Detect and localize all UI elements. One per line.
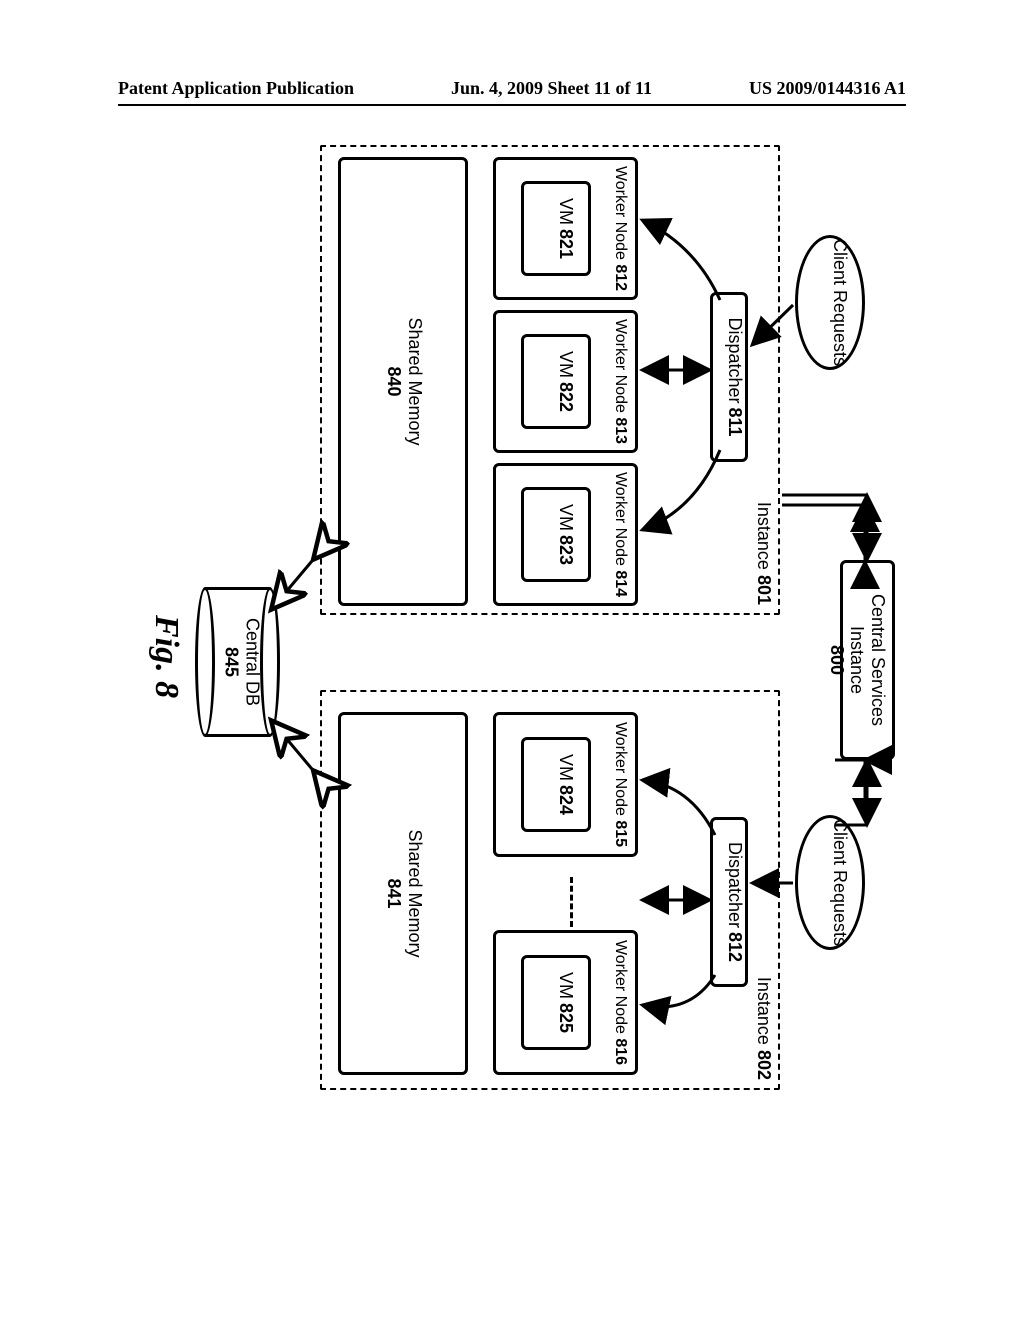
- instance-801-ref: 801: [754, 575, 774, 605]
- instance-801-title: Instance: [754, 502, 774, 570]
- worker-node-815: Worker Node 815 VM 824: [493, 712, 638, 857]
- central-db-ref: 845: [221, 587, 242, 737]
- date-sheet: Jun. 4, 2009 Sheet 11 of 11: [451, 78, 652, 99]
- vm-823: VM 823: [521, 487, 591, 582]
- instance-802-ref: 802: [754, 1050, 774, 1080]
- pub-type: Patent Application Publication: [118, 78, 354, 99]
- client-requests-right: Client Requests: [795, 815, 865, 950]
- vm-825: VM 825: [521, 955, 591, 1050]
- csi-label: Central Services Instance: [847, 563, 888, 757]
- worker-node-816: Worker Node 816 VM 825: [493, 930, 638, 1075]
- ellipsis-dots: [570, 877, 573, 927]
- worker-node-814: Worker Node 814 VM 823: [493, 463, 638, 606]
- client-requests-left: Client Requests: [795, 235, 865, 370]
- shared-memory-841: Shared Memory 841: [338, 712, 468, 1075]
- figure-8-diagram: Central Services Instance 800 Client Req…: [0, 275, 1024, 1035]
- figure-caption: Fig. 8: [147, 615, 185, 698]
- shared-memory-840: Shared Memory 840: [338, 157, 468, 606]
- pub-number: US 2009/0144316 A1: [749, 78, 906, 99]
- worker-node-813: Worker Node 813 VM 822: [493, 310, 638, 453]
- central-db: Central DB 845: [195, 587, 280, 737]
- dispatcher-811: Dispatcher 811: [710, 292, 748, 462]
- vm-822: VM 822: [521, 334, 591, 429]
- vm-821: VM 821: [521, 181, 591, 276]
- dispatcher-812: Dispatcher 812: [710, 817, 748, 987]
- instance-802-title: Instance: [754, 977, 774, 1045]
- csi-ref: 800: [826, 563, 847, 757]
- header-rule: [118, 104, 906, 106]
- worker-node-812: Worker Node 812 VM 821: [493, 157, 638, 300]
- instance-802: Instance 802 Dispatcher 812 Worker Node …: [320, 690, 780, 1090]
- vm-824: VM 824: [521, 737, 591, 832]
- central-db-label: Central DB: [242, 587, 263, 737]
- central-services-box: Central Services Instance 800: [840, 560, 895, 760]
- instance-801: Instance 801 Dispatcher 811 Worker Node …: [320, 145, 780, 615]
